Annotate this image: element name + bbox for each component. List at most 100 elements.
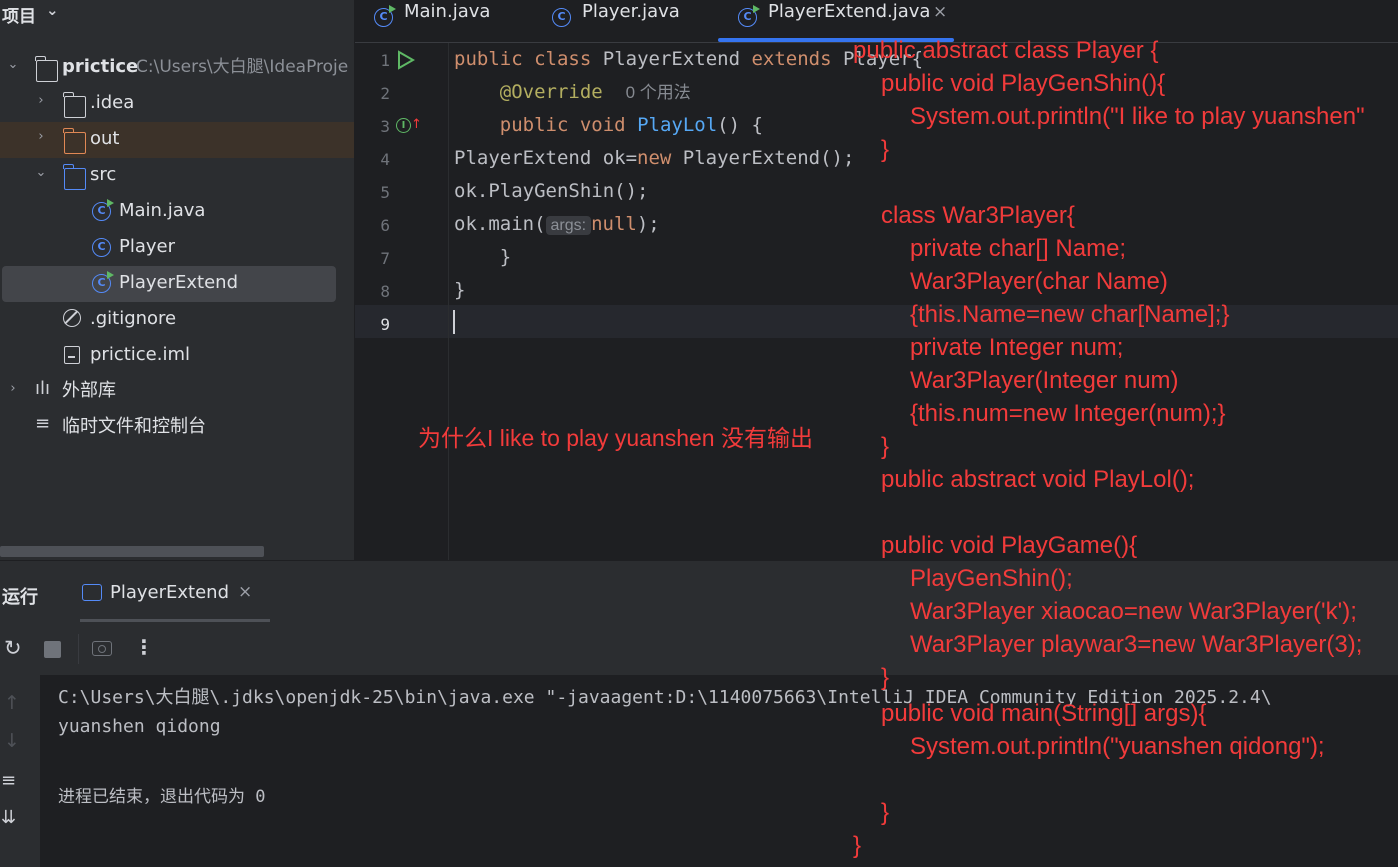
tree-item-main[interactable]: C Main.java [0, 194, 354, 230]
overlay-code-line: class War3Player{ [881, 202, 1075, 229]
tree-item-out[interactable]: › out [0, 122, 354, 158]
ignore-file-icon [63, 309, 81, 327]
chevron-right-icon[interactable]: › [6, 381, 20, 396]
console-line: yuanshen qidong [58, 716, 221, 737]
overlay-code-line: } [881, 799, 890, 826]
console-line: 进程已结束，退出代码为 0 [58, 787, 266, 807]
tree-item-root[interactable]: ⌄ prictice C:\Users\大白腿\IdeaProje [0, 50, 354, 86]
line-number-current: 9 [380, 315, 390, 334]
overlay-code-line: War3Player(char Name) [910, 268, 1168, 295]
chevron-down-icon[interactable]: ⌄ [6, 57, 20, 72]
close-tab-icon[interactable]: × [933, 0, 947, 24]
overlay-code-line: public void main(String[] args){ [881, 700, 1207, 727]
overlay-code-line: {this.num=new Integer(num);} [910, 400, 1226, 427]
overlay-code-line: System.out.println("I like to play yuans… [910, 103, 1365, 130]
tree-item-label: src [90, 164, 117, 185]
module-folder-icon [35, 56, 58, 82]
line-number: 2 [380, 84, 390, 103]
line-number: 4 [380, 150, 390, 169]
close-tab-icon[interactable]: × [238, 582, 252, 602]
code-line-3: public void PlayLol() { [499, 114, 763, 136]
code-line-5: ok.PlayGenShin(); [454, 180, 649, 202]
overlay-code-line: public void PlayGenShin(){ [881, 70, 1166, 97]
tree-item-src[interactable]: ⌄ src [0, 158, 354, 194]
overlay-code-line: private char[] Name; [910, 235, 1127, 262]
run-tab-label: PlayerExtend [110, 582, 230, 603]
tree-item-playerextend[interactable]: C PlayerExtend [2, 266, 336, 302]
java-class-icon: C [374, 5, 396, 27]
overlay-code-line: public abstract class Player { [853, 37, 1159, 64]
project-title: 项目 [2, 7, 36, 27]
arrow-up-icon[interactable]: ↑ [4, 692, 20, 714]
tree-item-label: 临时文件和控制台 [62, 416, 206, 437]
tree-item-label: Main.java [119, 200, 206, 221]
stop-icon[interactable] [44, 641, 61, 658]
code-line-6: ok.main(args: null); [454, 213, 660, 235]
implements-gutter-icon[interactable]: I ↑ [396, 116, 422, 133]
tab-label: PlayerExtend.java [768, 1, 931, 22]
tab-label: Player.java [582, 1, 680, 22]
project-header[interactable]: 项目 ⌄ [0, 0, 354, 27]
tab-label: Main.java [404, 1, 491, 22]
tree-item-libs[interactable]: › ılı 外部库 [0, 374, 354, 410]
run-title: 运行 [2, 587, 38, 608]
java-class-icon: C [92, 199, 114, 221]
tree-item-iml[interactable]: prictice.iml [0, 338, 354, 374]
overlay-code-line: } [881, 433, 890, 460]
line-number: 1 [380, 51, 390, 70]
rerun-icon[interactable]: ↻ [4, 636, 22, 660]
overlay-code-line: } [881, 136, 890, 163]
tree-item-label: prictice.iml [90, 344, 191, 365]
console-side-toolbar: ↑ ↓ ≡ ⇊ [0, 675, 40, 867]
overlay-code-line: PlayGenShin(); [910, 565, 1073, 592]
overlay-code-line: System.out.println("yuanshen qidong"); [910, 733, 1325, 760]
overlay-code-line: public void PlayGame(){ [881, 532, 1138, 559]
java-class-icon: C [92, 238, 111, 257]
tree-item-label: .gitignore [90, 308, 177, 329]
text-caret [453, 310, 455, 334]
folder-icon [63, 92, 86, 118]
usages-hint: 0 个用法 [625, 83, 691, 102]
tree-item-player[interactable]: C Player [0, 230, 354, 266]
run-tab-playerextend[interactable]: PlayerExtend × [80, 581, 270, 611]
horizontal-scrollbar[interactable] [0, 546, 264, 557]
tree-item-label: PlayerExtend [119, 272, 239, 293]
code-line-4: PlayerExtend ok=new PlayerExtend(); [454, 147, 855, 169]
scratches-icon: ≡ [35, 413, 51, 434]
line-number: 6 [380, 216, 390, 235]
overlay-code-line: private Integer num; [910, 334, 1124, 361]
code-line-8: } [454, 279, 466, 301]
camera-icon[interactable] [92, 641, 112, 656]
tree-item-scratch[interactable]: ≡ 临时文件和控制台 [0, 410, 354, 446]
chevron-down-icon[interactable]: ⌄ [34, 165, 48, 180]
project-path: C:\Users\大白腿\IdeaProje [136, 57, 349, 77]
java-class-icon: C [92, 271, 114, 293]
scroll-to-end-icon[interactable]: ⇊ [1, 807, 16, 828]
line-number: 5 [380, 183, 390, 202]
overlay-code-line: {this.Name=new char[Name];} [910, 301, 1230, 328]
gutter-separator [448, 43, 449, 560]
line-number: 8 [380, 282, 390, 301]
current-line-highlight [355, 305, 1398, 338]
tree-item-label: .idea [90, 92, 135, 113]
module-file-icon [64, 346, 80, 364]
overlay-code-line: public abstract void PlayLol(); [881, 466, 1195, 493]
source-folder-icon [63, 164, 86, 190]
overlay-code-line: } [853, 832, 862, 859]
chevron-right-icon[interactable]: › [34, 129, 48, 144]
question-annotation: 为什么I like to play yuanshen 没有输出 [418, 425, 813, 451]
arrow-down-icon[interactable]: ↓ [4, 730, 20, 752]
library-icon: ılı [35, 378, 51, 399]
chevron-down-icon[interactable]: ⌄ [46, 1, 59, 19]
tree-item-gitignore[interactable]: .gitignore [0, 302, 354, 338]
console-icon [82, 584, 102, 601]
chevron-right-icon[interactable]: › [34, 93, 48, 108]
overlay-code-line: } [881, 664, 890, 691]
java-class-icon: C [738, 5, 760, 27]
toolbar-divider [78, 634, 79, 664]
more-options-icon[interactable]: ⋮ [134, 635, 154, 659]
tree-item-idea[interactable]: › .idea [0, 86, 354, 122]
soft-wrap-icon[interactable]: ≡ [1, 770, 16, 791]
tree-item-label: out [90, 128, 120, 149]
line-number: 7 [380, 249, 390, 268]
